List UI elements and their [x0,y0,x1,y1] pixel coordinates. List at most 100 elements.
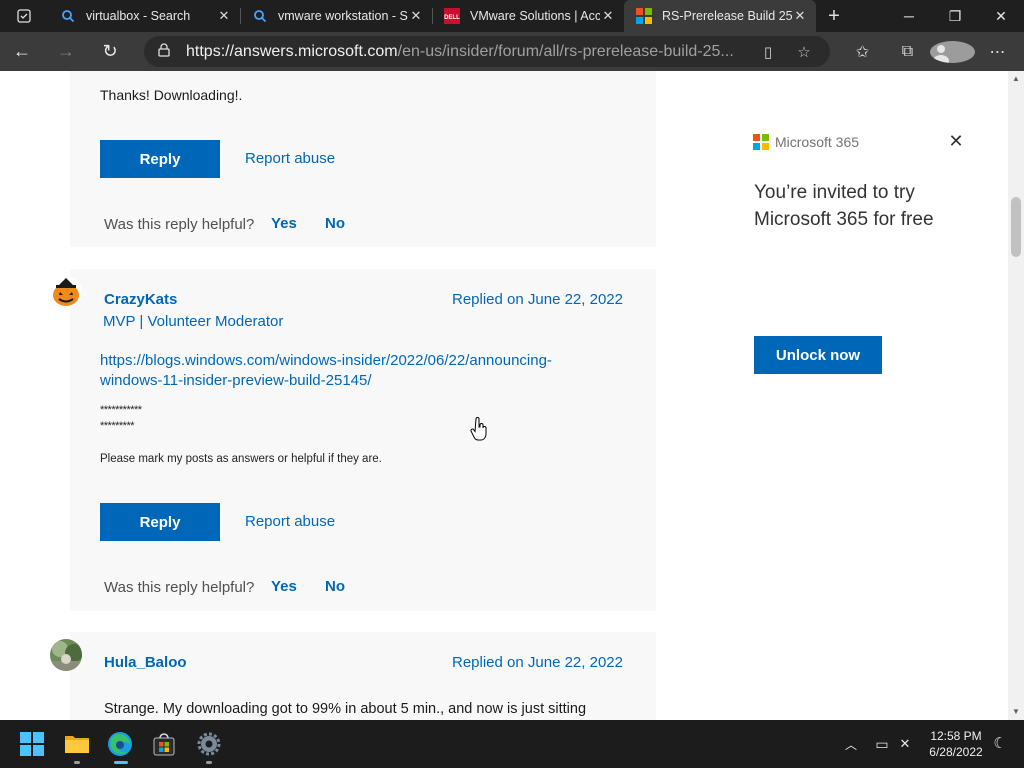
store-icon [153,733,175,756]
settings-button[interactable] [193,728,225,764]
replied-date-link[interactable]: Replied on June 22, 2022 [452,291,623,308]
taskbar-clock[interactable]: 12:58 PM 6/28/2022 [920,728,992,760]
close-icon: ✕ [948,131,964,151]
dell-icon: DELL [444,8,460,24]
tab-actions-button[interactable] [0,0,48,32]
microsoft-365-logo: Microsoft 365 [753,134,859,150]
microsoft-logo-icon [753,134,769,150]
lock-icon [158,43,174,60]
post-body: Strange. My downloading got to 99% in ab… [104,701,587,717]
restore-button[interactable]: ❐ [932,0,978,32]
running-indicator [206,761,212,764]
user-avatar[interactable] [50,276,82,308]
close-icon[interactable]: ✕ [408,8,424,24]
scroll-down-icon[interactable]: ▼ [1008,704,1024,720]
active-indicator [114,761,128,764]
ad-brand: Microsoft 365 [775,134,860,150]
profile-button[interactable] [930,40,975,63]
running-indicator [74,761,80,764]
url-host: https://answers.microsoft.com [186,42,398,60]
tab-vmware-solutions[interactable]: DELL VMware Solutions | Acc ✕ [432,0,624,32]
close-window-button[interactable]: ✕ [978,0,1024,32]
hand-cursor-icon [470,417,487,441]
forward-arrow-icon: → [57,41,75,61]
address-bar-icons: ▯ ☆ [750,43,822,61]
user-role[interactable]: MVP | Volunteer Moderator [103,313,283,330]
address-bar[interactable]: https://answers.microsoft.com/en-us/insi… [144,36,830,67]
close-icon[interactable]: ✕ [600,8,616,24]
username-link[interactable]: CrazyKats [104,291,177,308]
gear-icon [197,732,221,756]
tab-actions-icon [17,9,31,23]
more-options-icon[interactable]: ⋯ [975,42,1020,62]
close-icon[interactable]: ✕ [216,8,232,24]
nature-avatar-icon [50,639,82,671]
blog-post-link[interactable]: https://blogs.windows.com/windows-inside… [100,351,580,391]
show-hidden-icons-icon[interactable]: ︿ [842,736,860,753]
back-arrow-icon: ← [13,41,31,61]
helpful-prompt: Was this reply helpful? [104,579,255,596]
reply-button[interactable]: Reply [100,140,220,178]
store-button[interactable] [148,728,180,760]
unlock-now-button[interactable]: Unlock now [754,336,882,374]
file-explorer-button[interactable] [61,728,93,764]
report-abuse-link[interactable]: Report abuse [245,150,335,167]
folder-icon [65,736,89,753]
search-icon [252,8,268,24]
minimize-button[interactable]: ─ [886,0,932,32]
tab-title: vmware workstation - S [278,9,408,23]
profile-avatar-icon [930,40,975,63]
notifications-icon[interactable]: ☾ [990,734,1010,754]
back-button[interactable]: ← [0,32,44,71]
reply-button[interactable]: Reply [100,503,220,541]
signature-stars: ********* [100,420,135,432]
username-link[interactable]: Hula_Baloo [104,654,187,671]
volume-muted-icon[interactable]: ✕ [896,736,914,752]
add-favorite-icon[interactable]: ☆ [786,43,822,61]
refresh-button[interactable]: ↻ [88,32,132,71]
helpful-no-link[interactable]: No [325,215,345,232]
helpful-prompt: Was this reply helpful? [104,216,255,233]
close-icon[interactable]: ✕ [792,8,808,24]
clock-time: 12:58 PM [930,729,982,743]
new-tab-button[interactable]: + [816,0,852,32]
microsoft-icon [636,8,652,24]
network-icon[interactable]: ▭ [868,736,896,753]
tab-strip: virtualbox - Search ✕ vmware workstation… [0,0,1024,32]
edge-button[interactable] [104,728,136,764]
window-controls: ─ ❐ ✕ [886,0,1024,32]
scroll-up-icon[interactable]: ▲ [1008,71,1024,87]
helpful-yes-link[interactable]: Yes [271,215,297,232]
ad-headline: You’re invited to try Microsoft 365 for … [754,182,934,230]
system-tray: ︿ ▭ ✕ [842,720,914,768]
helpful-no-link[interactable]: No [325,578,345,595]
user-avatar[interactable] [50,639,82,671]
refresh-icon: ↻ [102,41,118,61]
tab-vmware-search[interactable]: vmware workstation - S ✕ [240,0,432,32]
start-button[interactable] [16,728,48,760]
signature-text: Please mark my posts as answers or helpf… [100,453,382,465]
ad-close-button[interactable]: ✕ [946,131,966,151]
tab-title: RS-Prerelease Build 251 [662,9,792,23]
edge-icon [108,732,132,756]
tab-virtualbox-search[interactable]: virtualbox - Search ✕ [48,0,240,32]
replied-date-link[interactable]: Replied on June 22, 2022 [452,654,623,671]
immersive-reader-icon[interactable]: ▯ [750,43,786,61]
page-scrollbar[interactable]: ▲ ▼ [1008,71,1024,720]
signature-stars: *********** [100,404,142,416]
favorites-icon[interactable]: ✩ [840,42,885,62]
forward-button[interactable]: → [44,32,88,71]
helpful-yes-link[interactable]: Yes [271,578,297,595]
tab-rs-prerelease[interactable]: RS-Prerelease Build 251 ✕ [624,0,816,32]
toolbar-right: ✩ ⧉ ⋯ [840,32,1020,71]
pumpkin-avatar-icon [50,276,82,308]
plus-icon: + [828,4,840,27]
clock-date: 6/28/2022 [929,745,983,759]
collections-icon[interactable]: ⧉ [885,43,930,61]
taskbar: ︿ ▭ ✕ 12:58 PM 6/28/2022 ☾ [0,720,1024,768]
svg-text:DELL: DELL [444,15,460,21]
scrollbar-thumb[interactable] [1011,197,1021,257]
post-body: Thanks! Downloading!. [100,87,243,103]
url-path: /en-us/insider/forum/all/rs-prerelease-b… [397,42,734,60]
report-abuse-link[interactable]: Report abuse [245,513,335,530]
